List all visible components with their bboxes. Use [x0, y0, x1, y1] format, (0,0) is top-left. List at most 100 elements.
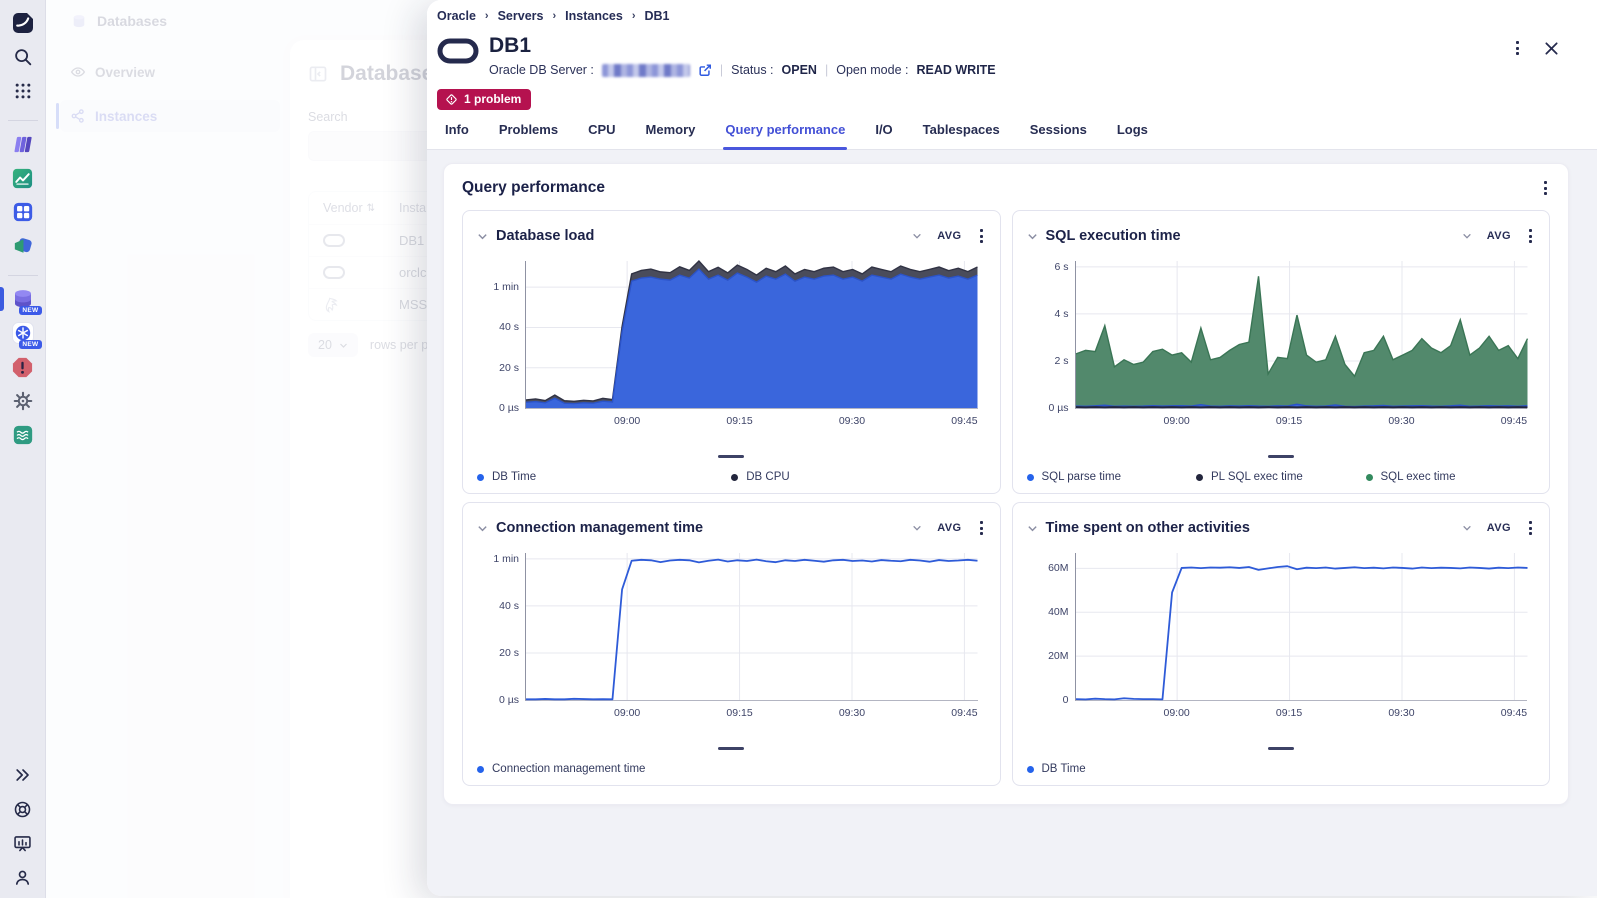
breadcrumb-db1[interactable]: DB1 [644, 9, 669, 23]
chevron-down-icon[interactable] [1462, 231, 1472, 241]
chart-title: Connection management time [496, 520, 703, 536]
databases-app-icon[interactable]: NEW [10, 286, 36, 312]
legend-dot-icon [731, 474, 738, 481]
y-tick-label: 20 s [499, 362, 526, 374]
legend-item[interactable]: DB Time [1027, 763, 1536, 775]
chart-scroll-handle[interactable] [1268, 747, 1294, 750]
expand-rail-icon[interactable] [10, 762, 36, 788]
layers-app-icon[interactable] [10, 131, 36, 157]
legend-item[interactable]: DB CPU [731, 471, 985, 483]
help-icon[interactable] [10, 796, 36, 822]
problems-app-icon[interactable] [10, 354, 36, 380]
chart-plot: 1 min40 s20 s0 µs09:0009:1509:3009:45 [525, 261, 978, 409]
tab-cpu[interactable]: CPU [586, 122, 617, 149]
close-icon[interactable] [1544, 41, 1559, 56]
open-mode-value: READ WRITE [916, 63, 995, 77]
legend-label: SQL parse time [1042, 471, 1121, 483]
legend-label: DB Time [492, 471, 536, 483]
legend-dot-icon [477, 474, 484, 481]
legend-label: DB Time [1042, 763, 1086, 775]
reports-icon[interactable] [10, 830, 36, 856]
y-tick-label: 60M [1048, 562, 1075, 574]
external-link-icon[interactable] [698, 63, 712, 77]
chart-plot: 1 min40 s20 s0 µs09:0009:1509:3009:45 [525, 553, 978, 701]
charts-grid: Database load AVG 1 min40 s20 s0 µs09:00… [462, 210, 1550, 786]
breadcrumb-separator: › [485, 10, 489, 22]
y-tick-label: 0 [1063, 694, 1076, 706]
search-icon[interactable] [10, 44, 36, 70]
collapse-chevron-icon[interactable] [477, 231, 488, 242]
chart-aggregation-label[interactable]: AVG [937, 230, 961, 242]
chart-kebab-menu[interactable] [1526, 226, 1535, 246]
breadcrumb-servers[interactable]: Servers [498, 9, 544, 23]
legend-item[interactable]: PL SQL exec time [1196, 471, 1366, 483]
chart-aggregation-label[interactable]: AVG [1487, 522, 1511, 534]
rail-divider [8, 120, 38, 121]
instance-detail-panel: Oracle › Servers › Instances › DB1 DB1 O… [427, 0, 1597, 896]
chevron-down-icon[interactable] [912, 231, 922, 241]
app-grid-icon[interactable] [10, 78, 36, 104]
chart-scroll-handle[interactable] [1268, 455, 1294, 458]
chart-scroll-handle[interactable] [718, 747, 744, 750]
problem-badge[interactable]: 1 problem [437, 89, 531, 110]
tab-i-o[interactable]: I/O [873, 122, 894, 149]
y-tick-label: 40M [1048, 606, 1075, 618]
legend-label: DB CPU [746, 471, 789, 483]
chart-aggregation-label[interactable]: AVG [1487, 230, 1511, 242]
collapse-chevron-icon[interactable] [477, 523, 488, 534]
breadcrumb-instances[interactable]: Instances [565, 9, 623, 23]
tab-problems[interactable]: Problems [497, 122, 560, 149]
tab-info[interactable]: Info [443, 122, 471, 149]
panel-header: Oracle › Servers › Instances › DB1 DB1 O… [427, 0, 1597, 150]
breadcrumb-oracle[interactable]: Oracle [437, 9, 476, 23]
legend-dot-icon [1366, 474, 1373, 481]
legend-item[interactable]: SQL parse time [1027, 471, 1197, 483]
account-icon[interactable] [10, 864, 36, 890]
chevron-down-icon[interactable] [912, 523, 922, 533]
chevron-down-icon[interactable] [1462, 523, 1472, 533]
tab-logs[interactable]: Logs [1115, 122, 1150, 149]
y-tick-label: 20 s [499, 647, 526, 659]
x-tick-label: 09:45 [1501, 415, 1527, 427]
chart-aggregation-label[interactable]: AVG [937, 522, 961, 534]
chart-kebab-menu[interactable] [977, 518, 986, 538]
legend-dot-icon [1027, 474, 1034, 481]
chart-scroll-handle[interactable] [718, 455, 744, 458]
clouds-app-icon[interactable] [10, 233, 36, 259]
x-tick-label: 09:45 [951, 415, 977, 427]
panel-kebab-menu[interactable] [1513, 38, 1522, 58]
x-tick-label: 09:00 [1163, 707, 1189, 719]
legend-item[interactable]: DB Time [477, 471, 731, 483]
collapse-chevron-icon[interactable] [1027, 231, 1038, 242]
chart-kebab-menu[interactable] [977, 226, 986, 246]
tab-query-performance[interactable]: Query performance [723, 122, 847, 149]
x-tick-label: 09:00 [1163, 415, 1189, 427]
dashboards-app-icon[interactable] [10, 199, 36, 225]
legend-item[interactable]: Connection management time [477, 763, 986, 775]
chart-kebab-menu[interactable] [1526, 518, 1535, 538]
workflows-app-icon[interactable] [10, 422, 36, 448]
section-title: Query performance [462, 179, 605, 197]
status-label: Status : [731, 63, 773, 77]
dynatrace-logo-icon[interactable] [10, 10, 36, 36]
ai-app-icon[interactable]: NEW [10, 320, 36, 346]
legend-item[interactable]: SQL exec time [1366, 471, 1536, 483]
legend-dot-icon [477, 766, 484, 773]
tab-sessions[interactable]: Sessions [1028, 122, 1089, 149]
y-tick-label: 0 µs [499, 402, 526, 414]
problem-icon [445, 93, 458, 106]
x-tick-label: 09:45 [1501, 707, 1527, 719]
chart-card-time-spent-other-activities: Time spent on other activities AVG 60M40… [1012, 502, 1551, 786]
services-app-icon[interactable] [10, 388, 36, 414]
tab-memory[interactable]: Memory [644, 122, 698, 149]
chart-canvas [526, 553, 978, 700]
new-badge: NEW [19, 340, 41, 349]
collapse-chevron-icon[interactable] [1027, 523, 1038, 534]
instance-meta: Oracle DB Server : | Status : OPEN | Ope… [489, 63, 996, 77]
section-kebab-menu[interactable] [1541, 178, 1550, 198]
charts-app-icon[interactable] [10, 165, 36, 191]
x-tick-label: 09:15 [1276, 707, 1302, 719]
chart-legend: Connection management time [477, 763, 986, 775]
tab-tablespaces[interactable]: Tablespaces [921, 122, 1002, 149]
y-tick-label: 4 s [1054, 308, 1075, 320]
